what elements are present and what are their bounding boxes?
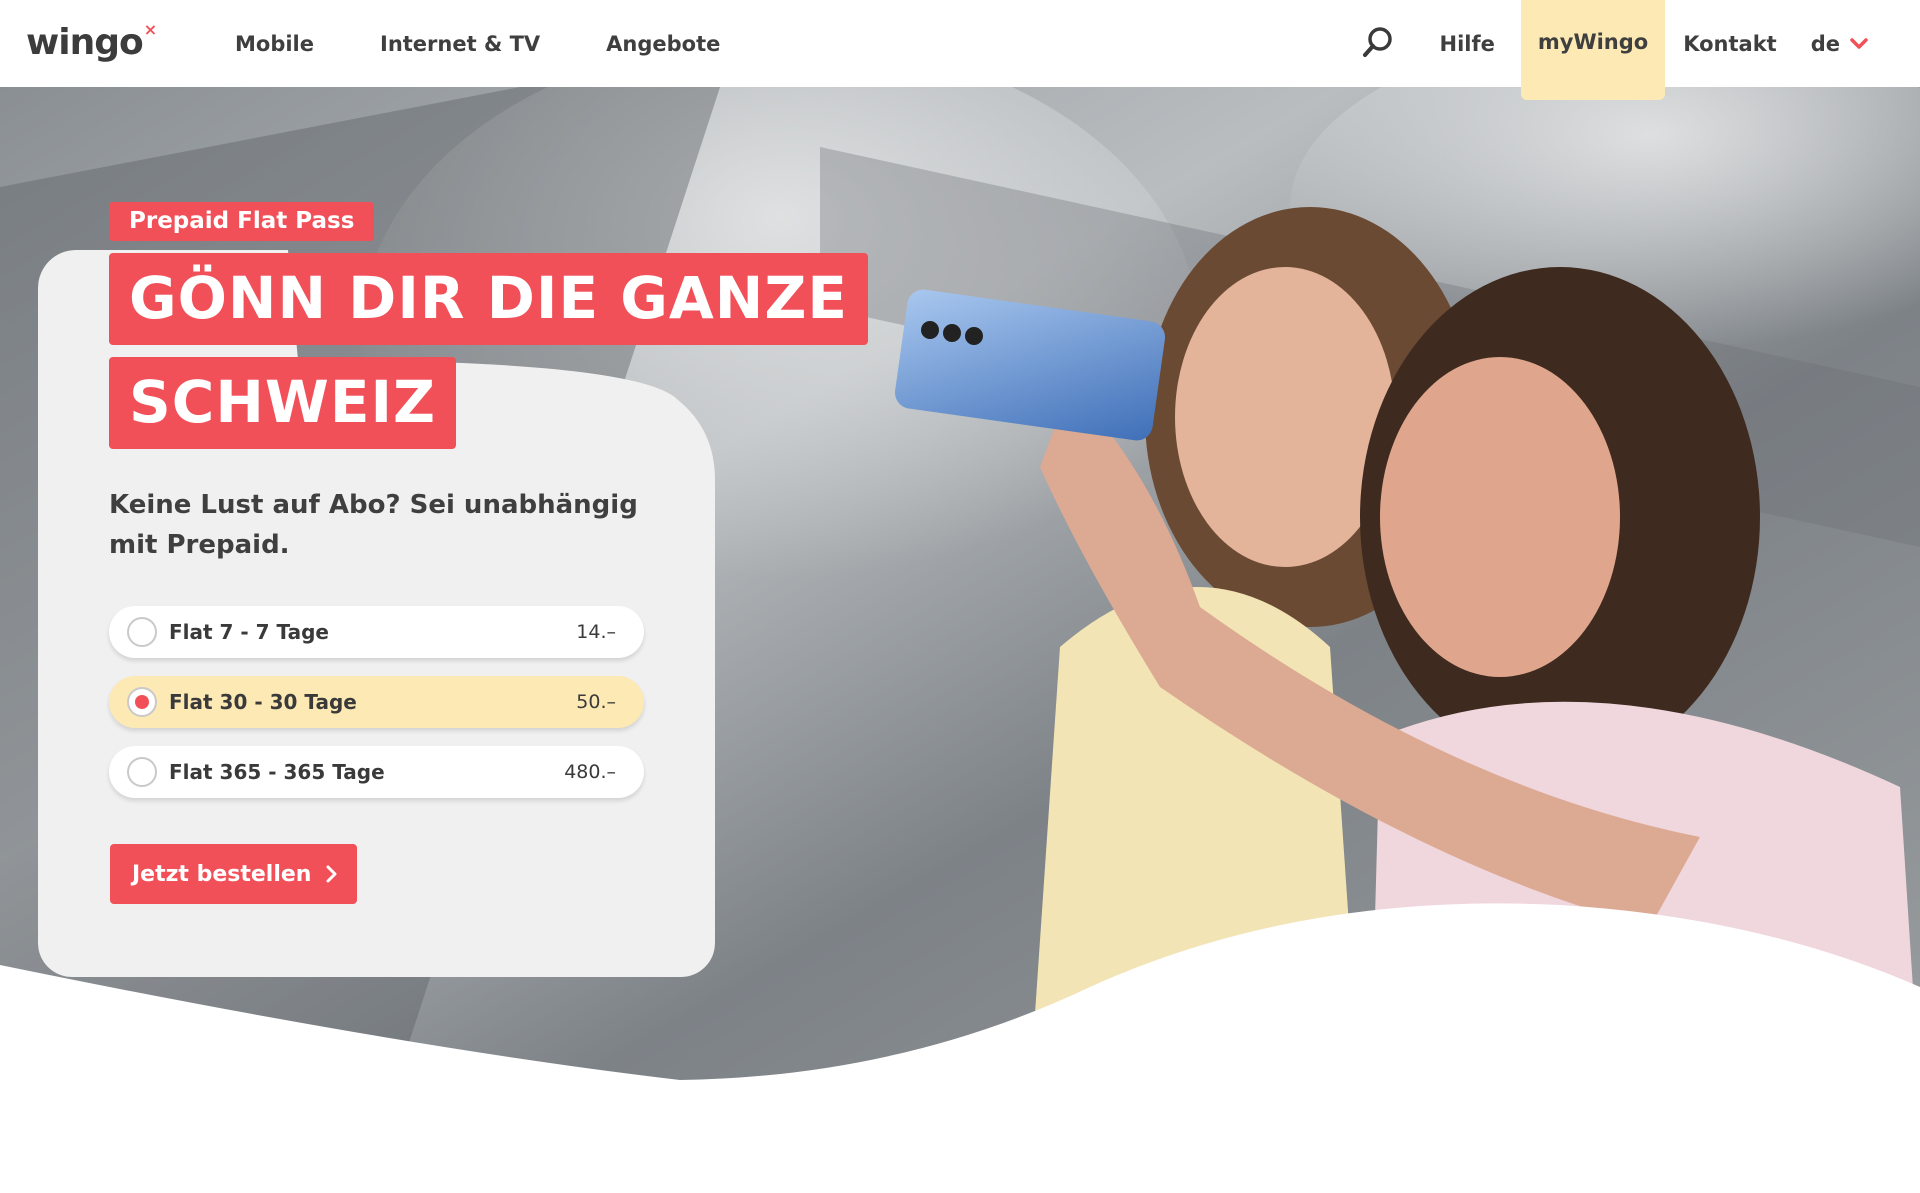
chevron-down-icon <box>1850 37 1868 49</box>
utility-nav: Hilfe myWingo Kontakt de <box>1406 0 1868 100</box>
radio-button[interactable] <box>127 687 157 717</box>
logo-text: wingo <box>26 22 144 63</box>
headline-line-2: SCHWEIZ <box>109 357 457 449</box>
nav-mobile[interactable]: Mobile <box>235 32 314 56</box>
plan-price: 14.– <box>576 621 616 643</box>
wingo-logo[interactable]: wingo × <box>26 20 157 63</box>
hero-subline: Keine Lust auf Abo? Sei unabhängig mit P… <box>109 490 638 560</box>
language-selector[interactable]: de <box>1811 32 1868 56</box>
plan-option-flat-365[interactable]: Flat 365 - 365 Tage 480.– <box>109 746 644 798</box>
nav-hilfe[interactable]: Hilfe <box>1440 32 1495 56</box>
radio-button[interactable] <box>127 617 157 647</box>
plan-option-flat-30[interactable]: Flat 30 - 30 Tage 50.– <box>109 676 644 728</box>
main-nav: Mobile Internet & TV Angebote <box>235 0 720 87</box>
headline-line-1: GÖNN DIR DIE GANZE <box>109 253 869 345</box>
nav-angebote[interactable]: Angebote <box>606 32 720 56</box>
nav-internet-tv[interactable]: Internet & TV <box>380 32 540 56</box>
radio-button[interactable] <box>127 757 157 787</box>
plan-option-flat-7[interactable]: Flat 7 - 7 Tage 14.– <box>109 606 644 658</box>
plan-options: Flat 7 - 7 Tage 14.– Flat 30 - 30 Tage 5… <box>109 606 644 816</box>
logo-mark: × <box>143 20 157 39</box>
language-label: de <box>1810 31 1840 56</box>
nav-kontakt[interactable]: Kontakt <box>1683 32 1777 56</box>
plan-price: 50.– <box>576 691 616 713</box>
plan-label: Flat 365 - 365 Tage <box>169 760 385 784</box>
product-tag: Prepaid Flat Pass <box>109 202 375 241</box>
order-now-label: Jetzt bestellen <box>132 861 312 887</box>
nav-mywingo[interactable]: myWingo <box>1520 0 1666 100</box>
site-header: wingo × Mobile Internet & TV Angebote Hi… <box>0 0 1920 100</box>
plan-price: 480.– <box>564 761 616 783</box>
plan-label: Flat 7 - 7 Tage <box>169 620 329 644</box>
search-icon[interactable] <box>1360 24 1396 60</box>
hero-section: Prepaid Flat Pass GÖNN DIR DIE GANZE SCH… <box>0 87 1920 1193</box>
chevron-right-icon <box>326 865 337 883</box>
plan-label: Flat 30 - 30 Tage <box>169 690 357 714</box>
order-now-button[interactable]: Jetzt bestellen <box>110 844 358 904</box>
